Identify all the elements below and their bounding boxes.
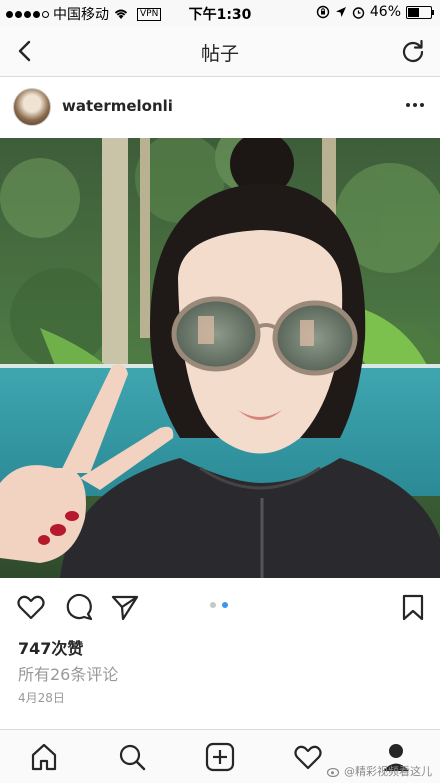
carousel-indicator [210, 602, 228, 608]
bookmark-icon[interactable] [398, 592, 428, 622]
carousel-dot-1 [210, 602, 216, 608]
post-username[interactable]: watermelonli [62, 97, 173, 115]
like-count[interactable]: 747次赞 [18, 635, 83, 659]
more-options-icon[interactable] [406, 103, 424, 107]
avatar[interactable] [13, 88, 51, 126]
search-icon[interactable] [117, 742, 147, 772]
alarm-icon [352, 6, 365, 19]
page-title: 帖子 [200, 43, 239, 65]
add-post-icon[interactable] [205, 742, 235, 772]
post-actions [0, 588, 440, 628]
battery-percent: 46% [369, 4, 401, 20]
watermark-text: @精彩视频看这儿 [344, 765, 432, 778]
refresh-icon[interactable] [400, 38, 426, 64]
post-photo[interactable] [0, 138, 440, 578]
share-direct-icon[interactable] [110, 592, 140, 622]
weibo-logo-icon [327, 767, 340, 777]
bottom-tab-bar: @精彩视频看这儿 [0, 729, 440, 783]
view-all-comments-link[interactable]: 所有26条评论 [18, 661, 118, 685]
status-right: 46% [316, 4, 434, 20]
post-date: 4月28日 [18, 691, 65, 705]
comment-bubble-icon[interactable] [64, 592, 94, 622]
status-bar: 中国移动 VPN 下午1:30 46% [0, 0, 440, 26]
like-heart-icon[interactable] [16, 592, 46, 622]
activity-heart-icon[interactable] [293, 742, 323, 772]
top-nav-bar: 帖子 [0, 26, 440, 77]
location-icon [335, 7, 346, 17]
battery-icon [406, 5, 434, 19]
orientation-lock-icon [316, 5, 330, 19]
carousel-dot-2 [222, 602, 228, 608]
post-header: watermelonli [0, 77, 440, 137]
home-icon[interactable] [29, 742, 59, 772]
weibo-watermark: @精彩视频看这儿 [327, 763, 432, 779]
